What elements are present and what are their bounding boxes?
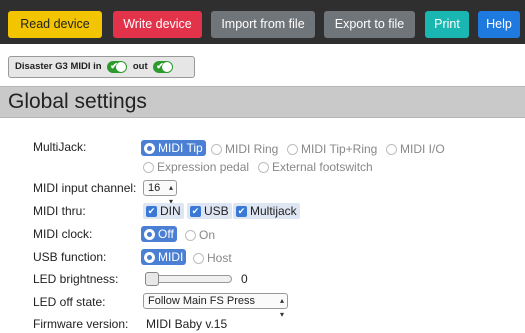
led-brightness-value: 0 <box>241 272 248 286</box>
toggle-knob <box>116 62 127 72</box>
midi-input-channel-label: MIDI input channel: <box>33 181 137 195</box>
midi-thru-label: MIDI thru: <box>33 204 86 218</box>
midi-clock-label: MIDI clock: <box>33 227 93 241</box>
option-label: MIDI Tip <box>158 141 203 155</box>
in-label: in <box>93 61 102 72</box>
radio-icon <box>144 228 155 240</box>
radio-icon <box>144 142 155 154</box>
led-off-state-label: LED off state: <box>33 295 106 309</box>
page-title: Global settings <box>8 90 147 113</box>
midi-thru-usb-checkbox[interactable]: ✔ USB <box>187 203 232 219</box>
multijack-option-midi-ring[interactable]: MIDI Ring <box>211 142 278 156</box>
firmware-version-value: MIDI Baby v.15 <box>146 317 228 331</box>
checkmark-icon: ✔ <box>146 205 157 217</box>
radio-icon <box>185 229 196 241</box>
multijack-option-expression-pedal[interactable]: Expression pedal <box>143 160 249 174</box>
option-label: Host <box>207 251 232 265</box>
toggle-knob <box>162 62 173 72</box>
radio-icon <box>193 252 204 264</box>
option-label: MIDI I/O <box>400 142 445 156</box>
select-value: Follow Main FS Press <box>148 295 255 307</box>
read-device-button[interactable]: Read device <box>8 11 102 38</box>
option-label: MIDI Tip+Ring <box>301 142 378 156</box>
usb-function-option-midi[interactable]: MIDI <box>141 249 187 265</box>
multijack-label: MultiJack: <box>33 140 87 154</box>
usb-function-label: USB function: <box>33 250 107 264</box>
radio-icon <box>144 251 155 263</box>
led-brightness-slider[interactable] <box>145 272 232 286</box>
multijack-option-midi-tip-ring[interactable]: MIDI Tip+Ring <box>287 142 377 156</box>
radio-icon <box>211 143 222 155</box>
option-label: Expression pedal <box>157 160 250 174</box>
firmware-version-label: Firmware version: <box>33 317 129 331</box>
option-label: On <box>199 228 216 242</box>
midi-in-toggle[interactable]: ✔ <box>107 61 128 73</box>
export-to-file-button[interactable]: Export to file <box>324 11 415 38</box>
write-device-button[interactable]: Write device <box>113 11 202 38</box>
radio-icon <box>143 161 154 173</box>
midi-out-toggle[interactable]: ✔ <box>153 61 174 73</box>
midi-input-channel-select[interactable]: 16 ▴ ▾ <box>143 180 177 206</box>
import-from-file-button[interactable]: Import from file <box>211 11 315 38</box>
usb-function-option-host[interactable]: Host <box>193 251 232 265</box>
checkmark-icon: ✔ <box>236 205 247 217</box>
radio-icon <box>287 143 298 155</box>
multijack-option-midi-io[interactable]: MIDI I/O <box>386 142 445 156</box>
toolbar-divider <box>0 44 525 48</box>
option-label: External footswitch <box>272 160 373 174</box>
slider-handle[interactable] <box>145 272 159 286</box>
device-status: Disaster G3 MIDI in ✔ out ✔ <box>8 56 195 78</box>
multijack-option-external-footswitch[interactable]: External footswitch <box>258 160 373 174</box>
midi-thru-multijack-checkbox[interactable]: ✔ Multijack <box>233 203 300 219</box>
option-label: MIDI <box>158 250 184 264</box>
out-label: out <box>132 61 148 72</box>
radio-icon <box>386 143 397 155</box>
led-brightness-label: LED brightness: <box>33 272 119 286</box>
section-header: Global settings <box>0 86 525 118</box>
checkbox-label: USB <box>204 204 229 218</box>
device-name: Disaster G3 MIDI <box>15 61 91 72</box>
checkbox-label: Multijack <box>250 204 297 218</box>
led-off-state-select[interactable]: Follow Main FS Press ▴ ▾ <box>143 293 288 319</box>
option-label: Off <box>158 227 174 241</box>
help-button[interactable]: Help <box>478 11 520 38</box>
toolbar: Read device Write device Import from fil… <box>0 0 525 48</box>
select-value: 16 <box>148 182 161 194</box>
midi-thru-din-checkbox[interactable]: ✔ DIN <box>143 203 184 219</box>
print-button[interactable]: Print <box>425 11 469 38</box>
midi-clock-option-off[interactable]: Off <box>141 226 177 242</box>
checkbox-label: DIN <box>160 204 181 218</box>
checkmark-icon: ✔ <box>190 205 201 217</box>
radio-icon <box>258 161 269 173</box>
updown-arrow-icon: ▴ ▾ <box>279 296 284 319</box>
option-label: MIDI Ring <box>225 142 279 156</box>
midi-clock-option-on[interactable]: On <box>185 228 215 242</box>
multijack-option-midi-tip[interactable]: MIDI Tip <box>141 140 206 156</box>
